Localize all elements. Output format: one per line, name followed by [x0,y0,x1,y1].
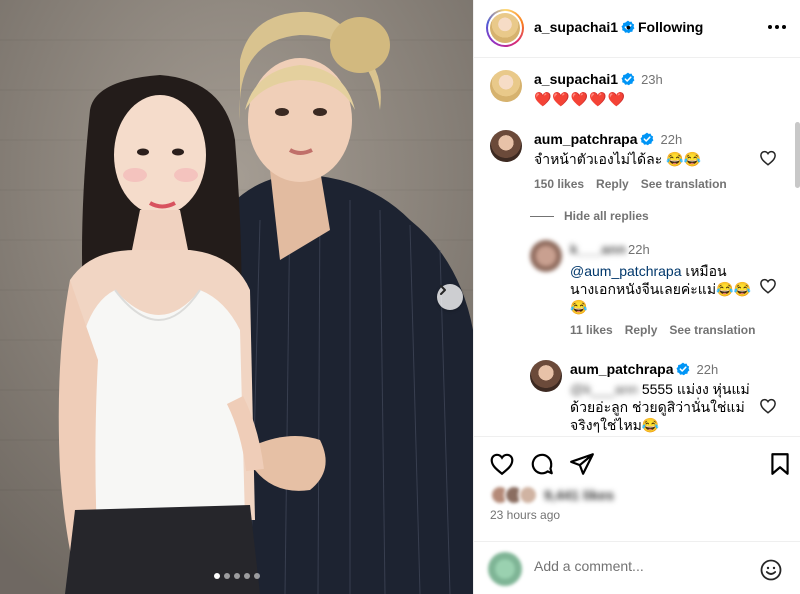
caption-text: ❤️❤️❤️❤️❤️ [534,91,627,107]
comment-meta: 150 likes Reply See translation [534,177,727,191]
reply-text-line2: ด้วยอ่ะลูก ช่วยดูสิว่านั่นใช่แม่ [570,399,745,415]
emoji-picker-icon[interactable] [759,558,783,582]
post-header: a_supachai1 • Following [474,0,800,58]
like-reply-heart-icon[interactable] [759,277,777,295]
hide-replies-button[interactable]: Hide all replies [564,209,649,223]
reply-time: 22h [696,362,719,377]
likes-count[interactable]: 9,441 likes [544,487,614,503]
post-actions: 9,441 likes 23 hours ago [474,436,800,594]
save-bookmark-icon[interactable] [767,451,793,477]
reply-avatar[interactable] [530,360,562,392]
comment-username[interactable]: aum_patchrapa [534,131,637,147]
separator-dot: • [626,19,631,35]
next-photo-button[interactable] [437,284,463,310]
carousel-dots [0,573,473,579]
reply-text-line1: 5555 แม่งง หุ่นแม่ [637,381,750,397]
comment-header: aum_patchrapa 22h [534,131,682,149]
reply-mention[interactable]: @aum_patchrapa [570,263,682,279]
reply-text-line1: เหมือน [681,263,727,279]
see-translation-button[interactable]: See translation [669,323,755,337]
reply-meta: 11 likes Reply See translation [570,323,755,337]
comment-likes-count[interactable]: 150 likes [534,177,584,191]
liker-avatar [518,485,538,505]
carousel-dot [223,573,230,579]
carousel-dot [233,573,240,579]
comments-list[interactable]: a_supachai1 23h ❤️❤️❤️❤️❤️ aum_patchrapa 2… [474,58,800,436]
caption-time: 23h [641,72,663,87]
verified-badge-icon [621,72,635,86]
comment-bubble-icon[interactable] [529,451,555,477]
like-heart-icon[interactable] [489,451,515,477]
see-translation-button[interactable]: See translation [641,177,727,191]
carousel-dot [213,573,220,579]
reply-header: aum_patchrapa 22h [570,361,718,379]
reply-text-line2: นางเอกหนังจีนเลยค่ะแม่😂😂 [570,281,751,297]
comment-time: 22h [660,132,683,147]
author-avatar[interactable] [486,9,524,47]
author-username-row: a_supachai1 [534,19,635,37]
carousel-dot [253,573,260,579]
current-user-avatar [488,552,522,586]
verified-badge-icon [640,132,654,146]
reply-text: @k___ann 5555 แม่งง หุ่นแม่ ด้วยอ่ะลูก ช… [570,380,760,434]
reply-text-line3: 😂 [570,299,588,315]
post-time-ago: 23 hours ago [490,508,561,522]
author-username[interactable]: a_supachai1 [534,19,618,35]
carousel-dot [243,573,250,579]
caption-avatar[interactable] [490,70,522,102]
post-side-panel: a_supachai1 • Following a_supachai1 23h ❤… [473,0,800,594]
photo-illustration [0,0,473,594]
reply-mention[interactable]: @k___ann [570,381,638,397]
reply-button[interactable]: Reply [625,323,658,337]
reply-text-line3: จริงๆใช่ไหม😂 [570,417,660,433]
reply-button[interactable]: Reply [596,177,629,191]
post-photo[interactable] [0,0,473,594]
following-button[interactable]: Following [638,19,703,35]
share-send-icon[interactable] [569,451,595,477]
verified-badge-icon [676,362,690,376]
comment-text: จำหน้าตัวเองไม่ได้ละ 😂😂 [534,151,701,167]
reply-likes-count[interactable]: 11 likes [570,323,613,337]
replies-divider [530,216,554,217]
like-comment-heart-icon[interactable] [759,149,777,167]
likes-summary[interactable]: 9,441 likes [490,485,614,505]
reply-header: k___ann 22h [570,241,650,259]
comments-scrollbar[interactable] [795,122,800,188]
reply-avatar[interactable] [530,240,562,272]
reply-time: 22h [628,242,650,257]
caption-username[interactable]: a_supachai1 [534,71,618,87]
reply-username[interactable]: k___ann [570,241,626,257]
add-comment-bar [474,541,800,594]
reply-username[interactable]: aum_patchrapa [570,361,673,377]
like-reply-heart-icon[interactable] [759,397,777,415]
chevron-right-icon [440,285,446,295]
comment-avatar[interactable] [490,130,522,162]
reply-text: @aum_patchrapa เหมือน นางเอกหนังจีนเลยค่… [570,262,760,316]
more-options-icon[interactable] [765,17,789,37]
caption-header: a_supachai1 23h [534,71,663,89]
add-comment-input[interactable] [534,558,754,574]
